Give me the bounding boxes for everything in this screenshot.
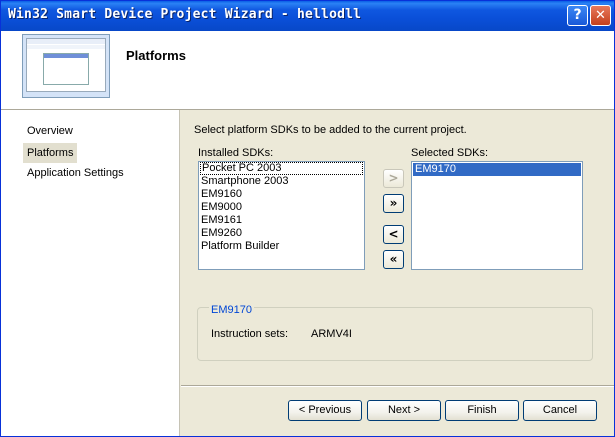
help-button[interactable]: ? — [567, 5, 588, 26]
remove-all-sdks-button[interactable]: « — [383, 250, 404, 269]
list-item[interactable]: Smartphone 2003 — [199, 175, 364, 188]
wizard-header: Platforms — [1, 31, 614, 110]
instruction-sets-value: ARMV4I — [311, 328, 352, 340]
list-item[interactable]: EM9260 — [199, 227, 364, 240]
help-icon: ? — [573, 7, 582, 23]
list-item[interactable]: Pocket PC 2003 — [200, 162, 363, 175]
wizard-banner-image — [22, 34, 110, 98]
window-title: Win32 Smart Device Project Wizard - hell… — [8, 7, 362, 22]
cancel-button[interactable]: Cancel — [523, 400, 597, 421]
list-item[interactable]: EM9170 — [413, 163, 581, 176]
close-button[interactable]: ✕ — [590, 5, 611, 26]
footer-divider — [181, 385, 614, 387]
list-item[interactable]: EM9161 — [199, 214, 364, 227]
sidebar-item-platforms[interactable]: Platforms — [23, 143, 78, 163]
finish-button[interactable]: Finish — [445, 400, 519, 421]
sdk-details-title: EM9170 — [209, 304, 254, 316]
close-icon: ✕ — [595, 8, 606, 23]
previous-button[interactable]: < Previous — [288, 400, 362, 421]
selected-sdks-label: Selected SDKs: — [411, 147, 489, 159]
list-item[interactable]: EM9160 — [199, 188, 364, 201]
list-item[interactable]: Platform Builder — [199, 240, 364, 253]
page-title: Platforms — [126, 48, 186, 63]
platforms-panel: Select platform SDKs to be added to the … — [181, 110, 614, 436]
instruction-text: Select platform SDKs to be added to the … — [194, 124, 467, 136]
next-button[interactable]: Next > — [367, 400, 441, 421]
title-bar[interactable]: Win32 Smart Device Project Wizard - hell… — [1, 1, 614, 31]
remove-sdk-button[interactable]: < — [383, 225, 404, 244]
wizard-sidebar: Overview Platforms Application Settings — [1, 110, 180, 436]
selected-sdks-list[interactable]: EM9170 — [411, 161, 583, 270]
instruction-sets-label: Instruction sets: — [211, 328, 289, 340]
sidebar-item-overview[interactable]: Overview — [23, 121, 77, 141]
add-sdk-button[interactable]: > — [383, 169, 404, 188]
wizard-window: Win32 Smart Device Project Wizard - hell… — [0, 0, 615, 437]
list-item[interactable]: EM9000 — [199, 201, 364, 214]
sidebar-item-application-settings[interactable]: Application Settings — [23, 163, 128, 183]
add-all-sdks-button[interactable]: » — [383, 194, 404, 213]
installed-sdks-list[interactable]: Pocket PC 2003 Smartphone 2003 EM9160 EM… — [198, 161, 365, 270]
installed-sdks-label: Installed SDKs: — [198, 147, 274, 159]
